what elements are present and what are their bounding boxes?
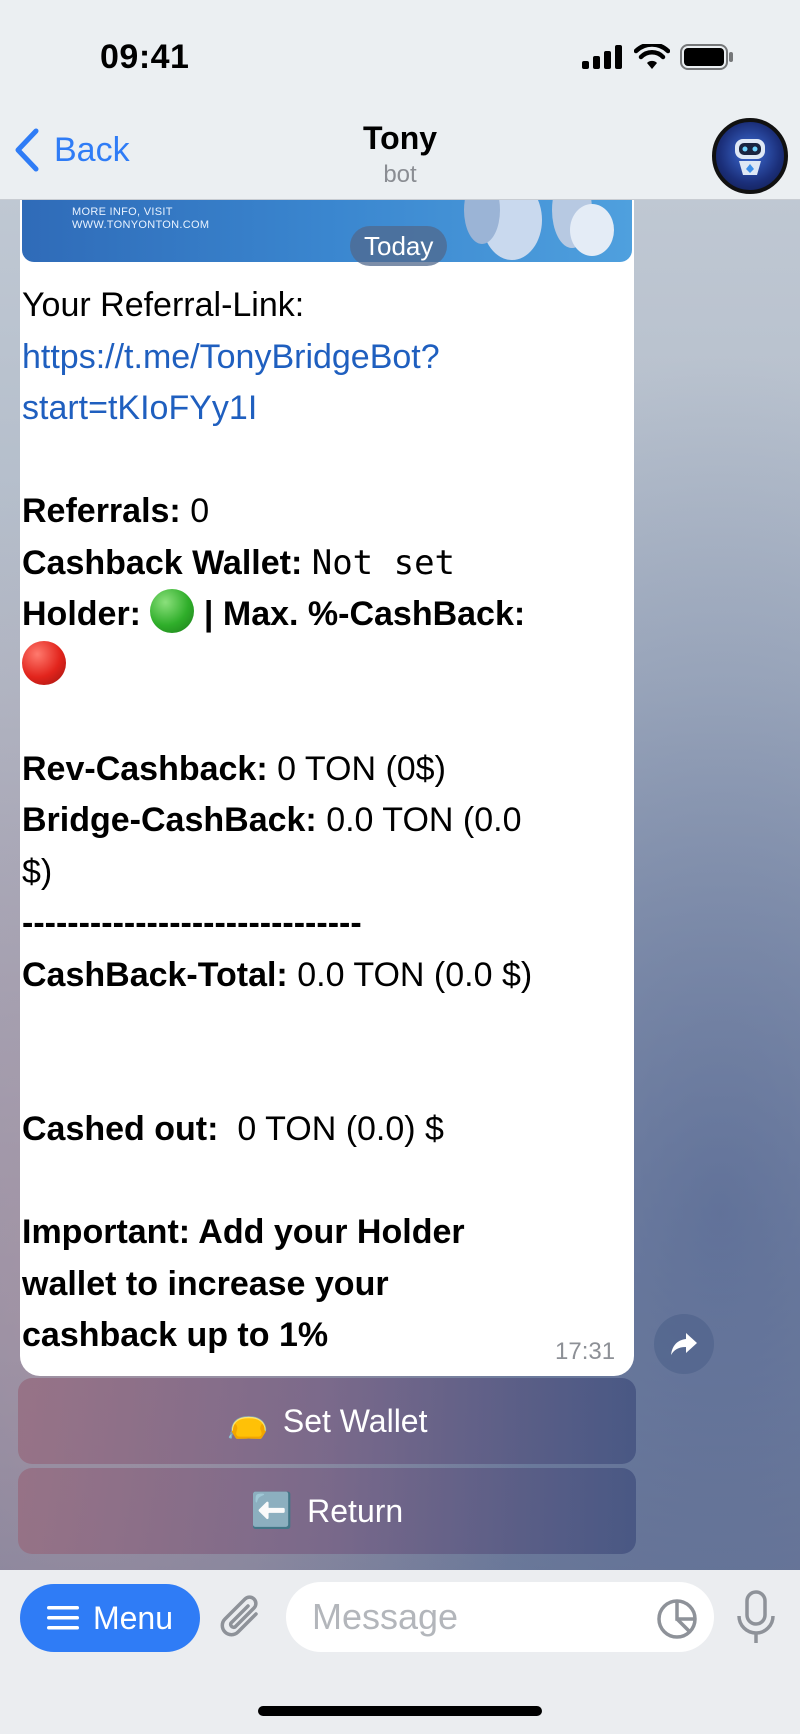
signal-icon [582, 45, 622, 69]
return-button[interactable]: ⬅️ Return [18, 1468, 636, 1554]
menu-label: Menu [92, 1599, 174, 1636]
green-status-icon [150, 589, 195, 633]
message-time: 17:31 [555, 1338, 616, 1365]
chat-title: Tony [362, 120, 438, 156]
share-button[interactable] [654, 1314, 714, 1374]
divider-line: ------------------------------ [22, 904, 362, 942]
chat-subtitle: bot [383, 161, 417, 188]
holder-row: Holder: | Max. %-CashBack: [22, 589, 612, 641]
home-indicator [258, 1706, 542, 1716]
bridge-cashback-row-cont: $) [22, 852, 53, 891]
message-text: Your Referral-Link: https://t.me/TonyBri… [22, 280, 612, 1362]
chat-header-title[interactable]: Tony bot [0, 120, 800, 189]
banner-text: MORE INFO, VISIT WWW.TONYONTON.COM [72, 206, 210, 231]
referral-label: Your Referral-Link: [22, 286, 305, 324]
share-icon [671, 1333, 697, 1355]
robot-avatar-icon [735, 139, 765, 175]
rev-cashback-row: Rev-Cashback: 0 TON (0$) [22, 749, 446, 788]
bot-avatar[interactable] [712, 118, 788, 194]
set-wallet-label: Set Wallet [282, 1402, 428, 1439]
paperclip-icon[interactable] [218, 1594, 264, 1644]
top-bar: 09:41 Back Tony bot [0, 0, 800, 200]
bridge-cashback-row: Bridge-CashBack: 0.0 TON (0.0 [22, 801, 522, 839]
left-arrow-icon: ⬅️ [250, 1492, 294, 1530]
message-input-bar: Menu [0, 1570, 800, 1734]
microphone-icon[interactable] [736, 1590, 776, 1646]
cashed-out-row: Cashed out: 0 TON (0.0) $ [22, 1110, 444, 1148]
red-status-icon [22, 640, 66, 685]
status-icons [582, 44, 734, 70]
set-wallet-button[interactable]: 👝 Set Wallet [18, 1378, 636, 1464]
referral-link[interactable]: https://t.me/TonyBridgeBot? start=tKIoFY… [22, 332, 612, 435]
referrals-row: Referrals: 0 [22, 492, 210, 530]
cashback-wallet-row: Cashback Wallet: Not set [22, 542, 456, 583]
message-input[interactable] [286, 1582, 714, 1652]
robot-illustration [464, 200, 614, 260]
pouch-icon: 👝 [226, 1402, 269, 1440]
battery-icon [680, 44, 733, 70]
message-image-banner[interactable]: MORE INFO, VISIT WWW.TONYONTON.COM [22, 200, 632, 262]
max-cashback-status [22, 640, 612, 693]
important-note: Important: Add your Holder wallet to inc… [22, 1213, 465, 1354]
cashback-total-row: CashBack-Total: 0.0 TON (0.0 $) [22, 955, 533, 994]
menu-lines-icon [46, 1606, 79, 1630]
sticker-icon[interactable] [656, 1598, 698, 1640]
wifi-icon [634, 44, 670, 69]
return-label: Return [307, 1492, 404, 1529]
date-pill: Today [350, 226, 448, 266]
status-time: 09:41 [100, 38, 190, 76]
menu-button[interactable]: Menu [20, 1584, 200, 1652]
